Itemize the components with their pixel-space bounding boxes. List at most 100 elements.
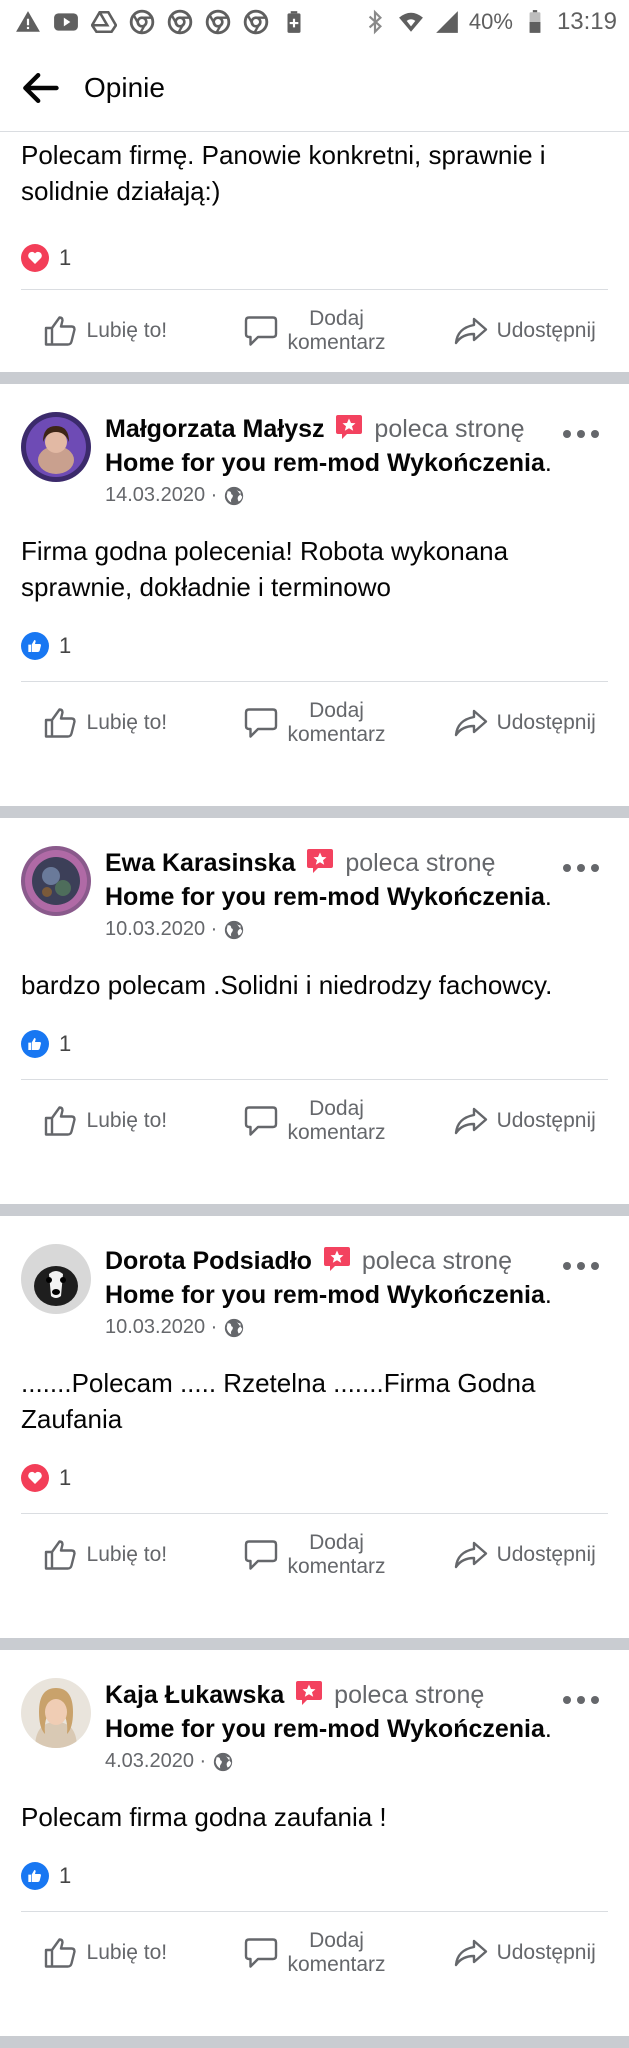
share-button[interactable]: Udostępnij <box>419 1935 629 1971</box>
love-reaction-icon <box>21 1464 49 1492</box>
reactions-summary[interactable]: 1 <box>0 229 629 287</box>
thumbs-up-icon <box>44 1106 76 1136</box>
dot <box>563 1262 571 1270</box>
like-button[interactable]: Lubię to! <box>0 1103 210 1139</box>
recommendation-line: Małgorzata Małysz poleca stronę Home for… <box>105 415 552 477</box>
recommendation-line: Kaja Łukawska poleca stronę Home for you… <box>105 1681 552 1743</box>
post-header: Dorota Podsiadło poleca stronę Home for … <box>0 1244 629 1339</box>
post-text: .......Polecam ..... Rzetelna .......Fir… <box>21 1368 536 1434</box>
page-name[interactable]: Home for you rem-mod Wykończenia <box>105 883 545 911</box>
reactions-summary[interactable]: 1 <box>0 1015 629 1073</box>
recommend-star-icon <box>307 849 334 873</box>
comment-button[interactable]: Dodaj komentarz <box>210 1531 420 1579</box>
more-options-button[interactable] <box>563 1690 599 1710</box>
author-name[interactable]: Małgorzata Małysz <box>105 415 325 443</box>
share-label: Udostępnij <box>496 319 596 342</box>
post-actions: Lubię to! Dodaj komentarz Udostępnij <box>0 1514 629 1596</box>
like-label: Lubię to! <box>86 711 168 734</box>
app-header: Opinie <box>0 44 629 132</box>
reaction-count: 1 <box>59 1465 72 1490</box>
globe-icon <box>214 1752 233 1771</box>
reactions-summary[interactable]: 1 <box>0 1847 629 1905</box>
dot <box>591 864 599 872</box>
battery-icon <box>521 8 549 36</box>
recommends-text: poleca stronę <box>334 1681 485 1709</box>
avatar[interactable] <box>21 412 91 482</box>
like-reaction-icon <box>21 1862 49 1890</box>
comment-label-line2: komentarz <box>287 1953 386 1976</box>
comment-label-line2: komentarz <box>287 1121 386 1144</box>
reviews-feed[interactable]: Polecam firmę. Panowie konkretni, sprawn… <box>0 133 629 2048</box>
status-bar: 40% 13:19 <box>0 0 629 44</box>
like-button[interactable]: Lubię to! <box>0 705 210 741</box>
more-options-button[interactable] <box>563 858 599 878</box>
post-actions: Lubię to! Dodaj komentarz Udostępnij <box>0 1912 629 1994</box>
comment-button[interactable]: Dodaj komentarz <box>210 1097 420 1145</box>
wifi-icon <box>397 8 425 36</box>
share-button[interactable]: Udostępnij <box>419 705 629 741</box>
share-button[interactable]: Udostępnij <box>419 313 629 349</box>
share-label: Udostępnij <box>496 1941 596 1964</box>
post-header: Małgorzata Małysz poleca stronę Home for… <box>0 412 629 507</box>
comment-icon <box>245 316 278 346</box>
author-name[interactable]: Dorota Podsiadło <box>105 1247 312 1275</box>
share-icon <box>454 1541 487 1569</box>
like-label: Lubię to! <box>86 1941 168 1964</box>
post-date[interactable]: 14.03.2020 · <box>105 484 217 507</box>
recommendation-line: Dorota Podsiadło poleca stronę Home for … <box>105 1247 552 1309</box>
avatar[interactable] <box>21 1678 91 1748</box>
thumbs-up-icon <box>44 708 76 738</box>
page-name[interactable]: Home for you rem-mod Wykończenia <box>105 449 545 477</box>
reaction-count: 1 <box>59 633 72 658</box>
share-button[interactable]: Udostępnij <box>419 1537 629 1573</box>
arrow-left-icon <box>23 72 59 103</box>
post-date[interactable]: 4.03.2020 · <box>105 1750 206 1773</box>
comment-button[interactable]: Dodaj komentarz <box>210 699 420 747</box>
avatar[interactable] <box>21 1244 91 1314</box>
comment-button[interactable]: Dodaj komentarz <box>210 1929 420 1977</box>
like-button[interactable]: Lubię to! <box>0 1537 210 1573</box>
page-name[interactable]: Home for you rem-mod Wykończenia <box>105 1281 545 1309</box>
post-date[interactable]: 10.03.2020 · <box>105 1316 217 1339</box>
comment-icon <box>245 1938 278 1968</box>
post-separator <box>0 1204 629 1216</box>
reaction-count: 1 <box>59 245 72 270</box>
comment-label-line1: Dodaj <box>309 1531 364 1554</box>
reactions-summary[interactable]: 1 <box>0 1449 629 1507</box>
post-separator <box>0 806 629 818</box>
battery-saver-icon <box>280 8 308 36</box>
review-post: Kaja Łukawska poleca stronę Home for you… <box>0 1650 629 2036</box>
reaction-count: 1 <box>59 1031 72 1056</box>
share-icon <box>454 1939 487 1967</box>
share-label: Udostępnij <box>496 1543 596 1566</box>
more-options-button[interactable] <box>563 1256 599 1276</box>
back-button[interactable] <box>0 44 80 132</box>
dot <box>563 864 571 872</box>
comment-icon <box>245 708 278 738</box>
share-icon <box>454 1107 487 1135</box>
share-button[interactable]: Udostępnij <box>419 1103 629 1139</box>
recommend-star-icon <box>323 1247 350 1271</box>
chrome-icon <box>166 8 194 36</box>
page-name[interactable]: Home for you rem-mod Wykończenia <box>105 1715 545 1743</box>
comment-label-line2: komentarz <box>287 331 386 354</box>
author-name[interactable]: Ewa Karasinska <box>105 849 295 877</box>
globe-icon <box>225 1318 244 1337</box>
post-date[interactable]: 10.03.2020 · <box>105 918 217 941</box>
like-button[interactable]: Lubię to! <box>0 313 210 349</box>
like-reaction-icon <box>21 1030 49 1058</box>
avatar[interactable] <box>21 846 91 916</box>
dot <box>577 864 585 872</box>
like-button[interactable]: Lubię to! <box>0 1935 210 1971</box>
like-label: Lubię to! <box>86 1543 168 1566</box>
comment-button[interactable]: Dodaj komentarz <box>210 307 420 355</box>
more-options-button[interactable] <box>563 424 599 444</box>
author-name[interactable]: Kaja Łukawska <box>105 1681 284 1709</box>
youtube-icon <box>52 8 80 36</box>
chrome-icon <box>242 8 270 36</box>
comment-label-line1: Dodaj <box>309 307 364 330</box>
drive-icon <box>90 8 118 36</box>
comment-icon <box>245 1106 278 1136</box>
reactions-summary[interactable]: 1 <box>0 617 629 675</box>
like-label: Lubię to! <box>86 1109 168 1132</box>
